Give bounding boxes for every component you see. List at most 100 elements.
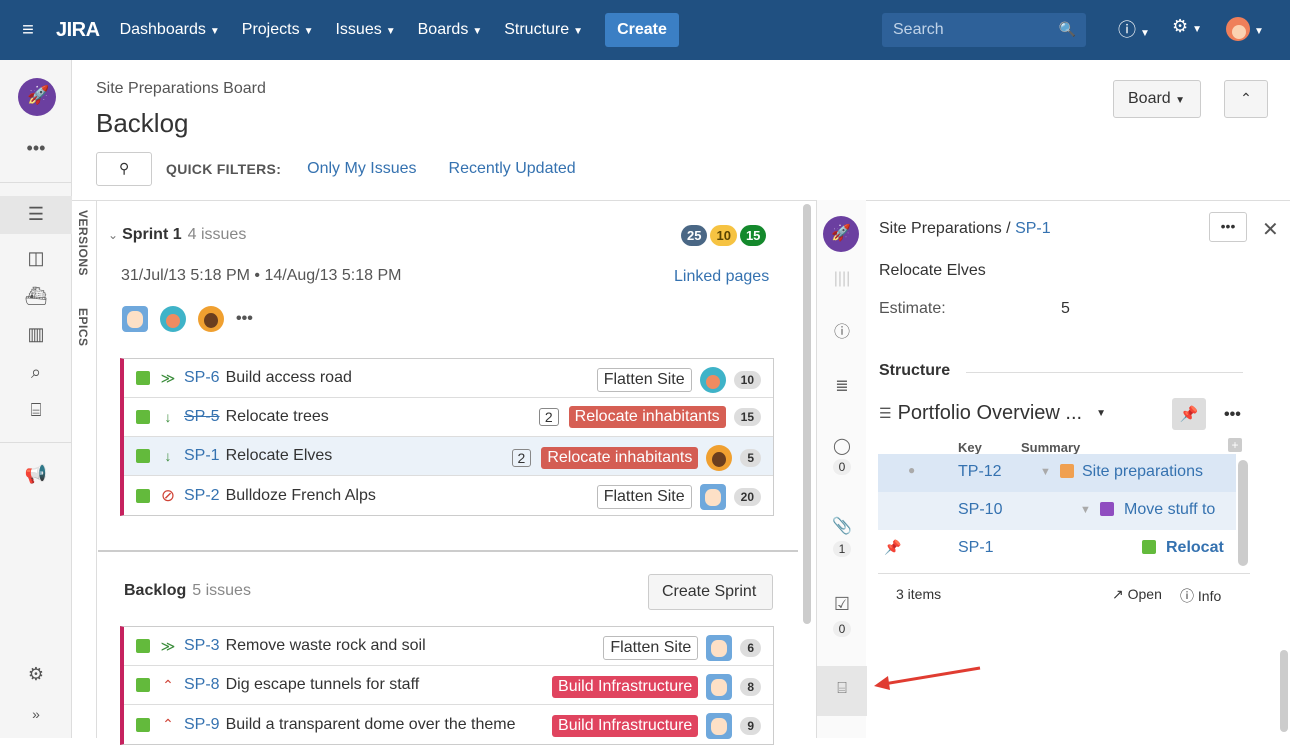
list-item[interactable]: ↓ SP-5 Relocate trees 2 Relocate inhabitan… (124, 398, 773, 437)
issue-key[interactable]: SP-5 (184, 408, 220, 426)
description-icon[interactable]: ≣ (817, 376, 867, 396)
list-item[interactable]: ⌃ SP-9 Build a transparent dome over the … (124, 705, 773, 744)
structure-name: Portfolio Overview ... (897, 402, 1083, 424)
nav-issues[interactable]: Issues ▼ (335, 21, 395, 39)
epic-label: Flatten Site (596, 485, 692, 509)
issue-summary: Dig escape tunnels for staff (225, 676, 420, 693)
filter-search-input[interactable]: ⚲ (96, 152, 152, 186)
backlog-scrollbar[interactable] (803, 204, 811, 624)
feedback-icon[interactable]: 📢 (0, 464, 72, 485)
row-key[interactable]: SP-1 (958, 539, 994, 557)
divider (0, 442, 72, 443)
expand-sidebar-icon[interactable]: » (0, 706, 72, 722)
table-row[interactable]: SP-10 ▼ Move stuff to (878, 492, 1236, 530)
row-summary[interactable]: Move stuff to (1124, 501, 1215, 519)
structure-icon[interactable]: ⌸ (817, 666, 867, 716)
releases-icon[interactable]: ⛴ (0, 286, 72, 307)
backlog-icon[interactable]: ☰ (0, 196, 72, 234)
add-column-icon[interactable]: + (1228, 438, 1242, 452)
info-icon[interactable]: ⓘ (817, 318, 867, 342)
nav-projects[interactable]: Projects ▼ (242, 21, 314, 39)
row-key[interactable]: TP-12 (958, 463, 1002, 481)
table-row[interactable]: 📌 SP-1 Relocat (878, 530, 1236, 568)
checklist-icon[interactable]: ☑ (817, 594, 867, 615)
info-label: Info (1197, 588, 1222, 604)
issue-key[interactable]: SP-3 (184, 637, 220, 655)
filter-recently-updated[interactable]: Recently Updated (449, 160, 576, 178)
filter-only-my-issues[interactable]: Only My Issues (307, 160, 416, 178)
board-name[interactable]: Site Preparations Board (96, 80, 266, 98)
structure-footer: 3 items (896, 586, 941, 602)
settings-icon[interactable]: ⚙ ▼ (1172, 16, 1202, 37)
more-icon[interactable]: ••• (1224, 406, 1241, 424)
tab-epics[interactable]: EPICS (76, 308, 90, 347)
issue-title[interactable]: Relocate Elves (879, 262, 986, 280)
issue-summary: Bulldoze French Alps (225, 486, 376, 504)
nav-structure[interactable]: Structure ▼ (504, 21, 583, 39)
feature-icon (1100, 502, 1114, 516)
jira-logo[interactable]: JIRA (56, 19, 100, 42)
linked-pages-link[interactable]: Linked pages (674, 268, 769, 286)
table-row[interactable]: ● TP-12 ▼ Site preparations (878, 454, 1236, 492)
avatar[interactable] (160, 306, 186, 332)
nav-label: Issues (335, 21, 382, 38)
more-actions-button[interactable]: ••• (1209, 212, 1247, 242)
close-icon[interactable]: ✕ (1262, 217, 1279, 242)
chevron-down-icon[interactable]: ▼ (1080, 504, 1091, 516)
issue-key[interactable]: SP-9 (184, 716, 220, 734)
gear-icon[interactable]: ⚙ (0, 664, 72, 685)
pin-button[interactable]: 📌 (1172, 398, 1206, 430)
open-link[interactable]: ↗ Open (1112, 586, 1162, 603)
issue-key[interactable]: SP-6 (184, 369, 220, 387)
estimate-value[interactable]: 5 (1061, 300, 1070, 318)
list-item[interactable]: ≫ SP-3 Remove waste rock and soil Flatten… (124, 627, 773, 666)
chevron-down-icon[interactable]: ▼ (1040, 466, 1051, 478)
reports-icon[interactable]: ▥ (0, 324, 72, 345)
list-item[interactable]: ⊘ SP-2 Bulldoze French Alps Flatten Site 2… (124, 476, 773, 515)
chevron-down-icon[interactable]: ⌄ (108, 228, 118, 242)
issues-search-icon[interactable]: ⌕ (0, 362, 72, 383)
row-summary[interactable]: Relocat (1166, 539, 1224, 557)
nav-dashboards[interactable]: Dashboards ▼ (120, 21, 220, 39)
panel-scrollbar[interactable] (1280, 650, 1288, 732)
avatar[interactable] (198, 306, 224, 332)
row-summary[interactable]: Site preparations (1082, 463, 1203, 481)
collapse-header-button[interactable]: ⌃ (1224, 80, 1268, 118)
structure-icon[interactable]: ⌸ (0, 400, 72, 421)
menu-icon[interactable]: ≡ (0, 19, 56, 42)
list-item[interactable]: ≫ SP-6 Build access road Flatten Site 10 (124, 359, 773, 398)
user-avatar[interactable]: ▼ (1226, 17, 1264, 41)
attachment-count: 1 (817, 541, 867, 557)
avatar[interactable] (122, 306, 148, 332)
structure-list-icon: ☰ (879, 405, 892, 421)
tab-versions[interactable]: VERSIONS (76, 210, 90, 276)
info-link[interactable]: ⓘ Info (1180, 586, 1221, 606)
board-button[interactable]: Board ▼ (1113, 80, 1201, 118)
table-scrollbar[interactable] (1238, 460, 1248, 566)
issue-key[interactable]: SP-1 (184, 447, 220, 465)
breadcrumb-issue-key[interactable]: SP-1 (1015, 220, 1051, 237)
nav-boards[interactable]: Boards ▼ (418, 21, 483, 39)
list-item[interactable]: ⌃ SP-8 Dig escape tunnels for staff Build… (124, 666, 773, 705)
backlog-name: Backlog (124, 582, 187, 599)
search-input[interactable]: Search 🔍 (882, 13, 1086, 47)
create-sprint-button[interactable]: Create Sprint (648, 574, 773, 610)
drag-handle-icon[interactable]: |||| (817, 270, 867, 288)
attachment-icon[interactable]: 📎 (817, 516, 867, 536)
create-button[interactable]: Create (605, 13, 679, 47)
page-title: Backlog (96, 108, 189, 138)
chevron-down-icon: ▼ (573, 26, 584, 37)
structure-selector[interactable]: ☰ Portfolio Overview ... ▼ (879, 402, 1106, 425)
breadcrumb-project[interactable]: Site Preparations (879, 220, 1002, 237)
list-item[interactable]: ↓ SP-1 Relocate Elves 2 Relocate inhabitan… (124, 437, 773, 476)
row-key[interactable]: SP-10 (958, 501, 1002, 519)
more-icon[interactable]: ••• (236, 310, 253, 328)
issue-key[interactable]: SP-8 (184, 676, 220, 694)
issue-key[interactable]: SP-2 (184, 487, 220, 505)
sprint-header[interactable]: ⌄ Sprint 1 4 issues (108, 226, 246, 244)
help-icon[interactable]: ⓘ ▼ (1118, 16, 1150, 42)
project-avatar[interactable] (18, 78, 56, 116)
board-icon[interactable]: ◫ (0, 248, 72, 269)
more-icon[interactable]: ••• (0, 138, 72, 159)
comment-icon[interactable]: ◯ (817, 436, 867, 456)
